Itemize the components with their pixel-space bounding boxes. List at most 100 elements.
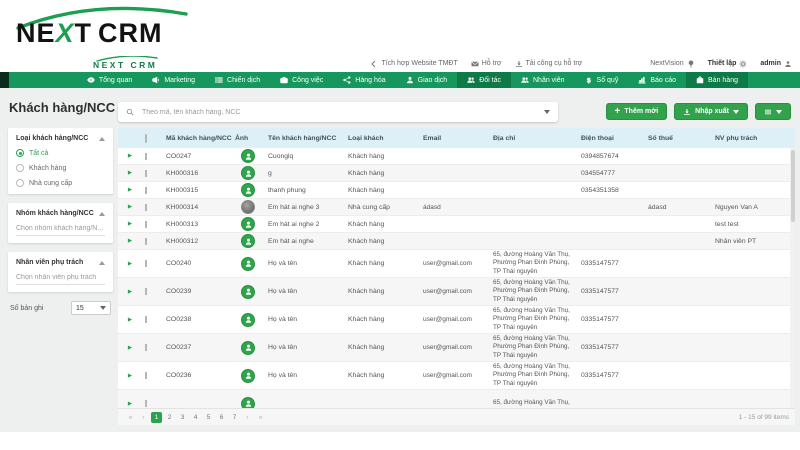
chevron-up-icon[interactable] bbox=[99, 136, 105, 141]
chevron-up-icon[interactable] bbox=[99, 260, 105, 265]
phone-cell: 0335147577 bbox=[581, 344, 619, 351]
row-expand-arrow-icon[interactable]: ▶ bbox=[118, 317, 142, 323]
row-expand-arrow-icon[interactable]: ▶ bbox=[118, 187, 142, 193]
row-checkbox[interactable] bbox=[145, 316, 147, 323]
avatar-cell bbox=[232, 396, 265, 408]
scrollbar-thumb[interactable] bbox=[790, 150, 795, 222]
row-checkbox[interactable] bbox=[145, 203, 147, 211]
page-next-button[interactable]: › bbox=[242, 412, 253, 423]
nav-items: Tổng quan Marketing Chiến dịch Công việc Hàn… bbox=[77, 72, 686, 88]
table-row[interactable]: ▶ CO0240 Họ và tên Khách hàng user@gmail.com… bbox=[118, 250, 795, 278]
add-new-button[interactable]: + Thêm mới bbox=[605, 103, 668, 120]
toolbar: + Thêm mới Nhập xuất bbox=[605, 103, 791, 120]
utility-item[interactable]: admin bbox=[760, 60, 792, 68]
row-checkbox[interactable] bbox=[145, 152, 147, 160]
table-row[interactable]: ▶ CO0238 Họ và tên Khách hàng user@gmail.com… bbox=[118, 306, 795, 334]
table-row[interactable]: ▶ KH000314 Em hát ai nghe 3 Nhà cung cấp áda… bbox=[118, 199, 795, 216]
radio-icon[interactable] bbox=[16, 149, 24, 157]
radio-icon[interactable] bbox=[16, 164, 24, 172]
list-options-button[interactable] bbox=[755, 103, 791, 120]
page-button-5[interactable]: 5 bbox=[203, 412, 214, 423]
utility-item[interactable]: Hỗ trợ bbox=[471, 60, 502, 68]
mail-icon bbox=[471, 60, 479, 68]
utility-item[interactable]: Tích hợp Website TMĐT bbox=[370, 60, 458, 68]
row-checkbox[interactable] bbox=[145, 344, 147, 351]
nav-item-hàng-hóa[interactable]: Hàng hóa bbox=[333, 72, 395, 88]
row-checkbox[interactable] bbox=[145, 237, 147, 245]
row-expand-arrow-icon[interactable]: ▶ bbox=[118, 170, 142, 176]
row-checkbox[interactable] bbox=[145, 186, 147, 194]
page-button-1[interactable]: 1 bbox=[151, 411, 162, 423]
table-row[interactable]: ▶ CO0236 Họ và tên Khách hàng user@gmail.com… bbox=[118, 362, 795, 390]
row-checkbox[interactable] bbox=[145, 288, 147, 295]
nav-item-tổng-quan[interactable]: Tổng quan bbox=[77, 72, 142, 88]
group-filter-input[interactable] bbox=[16, 221, 105, 236]
select-all-checkbox[interactable] bbox=[145, 133, 147, 143]
avatar-cell bbox=[232, 234, 265, 248]
nav-item-công-việc[interactable]: Công việc bbox=[270, 72, 333, 88]
page-button-4[interactable]: 4 bbox=[190, 412, 201, 423]
row-expand-arrow-icon[interactable]: ▶ bbox=[118, 373, 142, 379]
utility-item-label: Tích hợp Website TMĐT bbox=[381, 60, 458, 67]
nav-item-số-quỹ[interactable]: $ Số quỹ bbox=[575, 72, 629, 88]
row-expand-arrow-icon[interactable]: ▶ bbox=[118, 153, 142, 159]
table-row[interactable]: ▶ CO0247 Cuonglq Khách hàng 0394857674 bbox=[118, 148, 795, 165]
row-checkbox[interactable] bbox=[145, 260, 147, 267]
row-expand-arrow-icon[interactable]: ▶ bbox=[118, 221, 142, 227]
type-option-nhà-cung-cấp[interactable]: Nhà cung cấp bbox=[16, 179, 105, 187]
row-checkbox[interactable] bbox=[145, 169, 147, 177]
pagination-info: 1 - 15 of 99 items bbox=[738, 413, 789, 421]
table-row[interactable]: ▶ 65, đường Hoàng Văn Thụ, bbox=[118, 390, 795, 408]
row-expand-arrow-icon[interactable]: ▶ bbox=[118, 345, 142, 351]
row-expand-arrow-icon[interactable]: ▶ bbox=[118, 401, 142, 407]
page-button-3[interactable]: 3 bbox=[177, 412, 188, 423]
column-header: Mã khách hàng/NCC bbox=[166, 134, 232, 142]
utility-item[interactable]: Thiết lập bbox=[708, 60, 748, 68]
table-row[interactable]: ▶ KH000313 Em hát ai nghe 2 Khách hàng test … bbox=[118, 216, 795, 233]
chevron-up-icon[interactable] bbox=[99, 211, 105, 216]
row-checkbox[interactable] bbox=[145, 400, 147, 407]
import-export-button[interactable]: Nhập xuất bbox=[674, 103, 748, 120]
utility-item[interactable]: NextVision bbox=[650, 59, 694, 68]
table-row[interactable]: ▶ KH000312 Em hát ai nghe Khách hàng Nhân vi… bbox=[118, 233, 795, 250]
page-button-6[interactable]: 6 bbox=[216, 412, 227, 423]
nav-item-báo-cáo[interactable]: Báo cáo bbox=[628, 72, 686, 88]
customer-name-cell: Em hát ai nghe bbox=[268, 237, 314, 245]
table-row[interactable]: ▶ CO0237 Họ và tên Khách hàng user@gmail.com… bbox=[118, 334, 795, 362]
nav-item-giao-dịch[interactable]: Giao dịch bbox=[396, 72, 458, 88]
radio-icon[interactable] bbox=[16, 179, 24, 187]
nav-item-marketing[interactable]: Marketing bbox=[142, 72, 205, 88]
row-expand-arrow-icon[interactable]: ▶ bbox=[118, 238, 142, 244]
vertical-scrollbar[interactable] bbox=[790, 148, 795, 408]
row-checkbox[interactable] bbox=[145, 372, 147, 379]
nav-item-chiến-dịch[interactable]: Chiến dịch bbox=[205, 72, 270, 88]
nav-collapse-block[interactable] bbox=[0, 72, 9, 88]
search-dropdown-caret-icon[interactable] bbox=[544, 110, 550, 114]
row-expand-arrow-icon[interactable]: ▶ bbox=[118, 261, 142, 267]
staff-filter-input[interactable] bbox=[16, 270, 105, 285]
utility-item[interactable]: Tải công cụ hỗ trợ bbox=[515, 60, 582, 68]
phone-cell: 0335147577 bbox=[581, 288, 619, 295]
records-select[interactable]: 15 bbox=[71, 301, 111, 315]
row-checkbox[interactable] bbox=[145, 220, 147, 228]
column-header: Số thuế bbox=[648, 134, 673, 142]
customer-type-cell: Khách hàng bbox=[348, 372, 385, 379]
page-prev-button[interactable]: ‹ bbox=[138, 412, 149, 423]
page-last-button[interactable]: » bbox=[255, 412, 266, 423]
type-option-tất-cả[interactable]: Tất cả bbox=[16, 149, 105, 157]
nextcrm-logo: NEXT CRM bbox=[14, 4, 194, 54]
nav-item-nhân-viên[interactable]: Nhân viên bbox=[511, 72, 575, 88]
row-expand-arrow-icon[interactable]: ▶ bbox=[118, 204, 142, 210]
page-button-2[interactable]: 2 bbox=[164, 412, 175, 423]
table-row[interactable]: ▶ KH000316 g Khách hàng 034554777 bbox=[118, 165, 795, 182]
page-first-button[interactable]: « bbox=[125, 412, 136, 423]
row-expand-arrow-icon[interactable]: ▶ bbox=[118, 289, 142, 295]
table-row[interactable]: ▶ KH000315 thanh phung Khách hàng 0354351358 bbox=[118, 182, 795, 199]
nextcrm-logo-small[interactable]: NEXT CRM bbox=[93, 56, 163, 71]
nav-item-bán-hàng[interactable]: Bán hàng bbox=[686, 72, 748, 88]
nav-item-đối-tác[interactable]: Đối tác bbox=[457, 72, 511, 88]
search-input[interactable] bbox=[140, 107, 538, 117]
type-option-khách-hàng[interactable]: Khách hàng bbox=[16, 164, 105, 172]
page-button-7[interactable]: 7 bbox=[229, 412, 240, 423]
table-row[interactable]: ▶ CO0239 Họ và tên Khách hàng user@gmail.com… bbox=[118, 278, 795, 306]
